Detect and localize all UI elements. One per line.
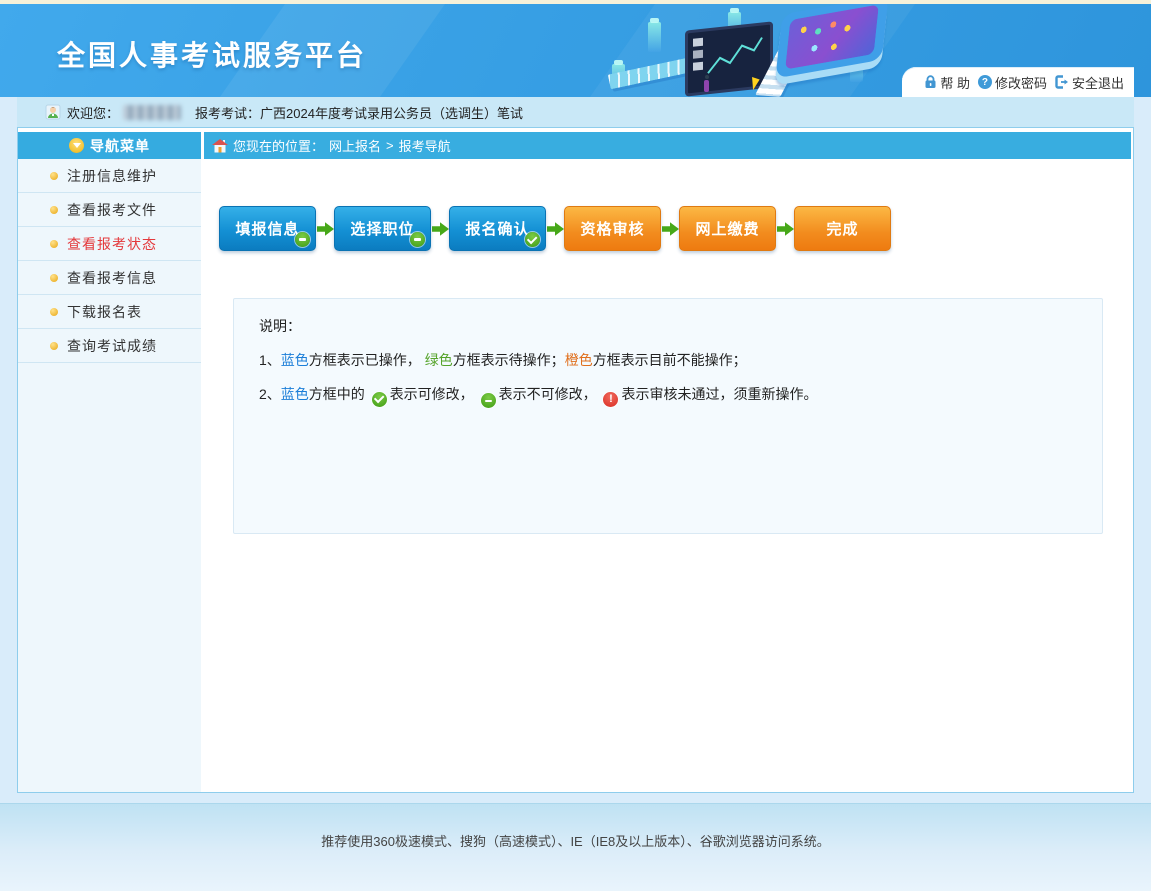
sidebar-item-label: 查看报考文件 <box>67 200 157 220</box>
breadcrumb-separator: > <box>386 138 394 153</box>
header-illustration <box>600 4 900 97</box>
arrow-right-icon <box>431 221 449 237</box>
notes-line2-number: 2、 <box>259 386 281 402</box>
breadcrumb-current: 报考导航 <box>399 136 451 155</box>
notes-text: 方框表示已操作， <box>309 352 425 368</box>
notes-text: 表示审核未通过，须重新操作。 <box>621 386 817 402</box>
site-title: 全国人事考试服务平台 <box>57 34 367 74</box>
notes-title: 说明： <box>259 316 1102 336</box>
minus-circle-icon <box>481 393 496 408</box>
sidebar-item-label: 查询考试成绩 <box>67 336 157 356</box>
logout-label: 安全退出 <box>1072 73 1124 92</box>
orange-word: 橙色 <box>565 352 593 368</box>
breadcrumb: 您现在的位置： 网上报名 > 报考导航 <box>204 132 1131 159</box>
blue-word: 蓝色 <box>281 352 309 368</box>
sidebar-item-exam-info[interactable]: 查看报考信息 <box>18 261 201 295</box>
green-word: 绿色 <box>425 352 453 368</box>
chevron-down-icon <box>69 138 84 153</box>
welcome-bar: 欢迎您： 报考考试： 广西2024年度考试录用公务员（选调生）笔试 <box>17 97 1134 127</box>
question-icon: ? <box>978 75 992 89</box>
exam-name: 广西2024年度考试录用公务员（选调生）笔试 <box>260 103 523 122</box>
step-confirm-signup[interactable]: 报名确认 <box>449 206 546 251</box>
main-panel: 您现在的位置： 网上报名 > 报考导航 填报信息 选择职位 <box>204 132 1131 792</box>
illustration-person <box>704 80 709 92</box>
sidebar: 导航菜单 注册信息维护 查看报考文件 查看报考状态 查看报考信息 下载报名表 <box>18 132 201 792</box>
step-label: 网上缴费 <box>695 218 759 239</box>
help-label: 帮 助 <box>940 73 970 92</box>
step-qualification-review[interactable]: 资格审核 <box>564 206 661 251</box>
step-complete[interactable]: 完成 <box>794 206 891 251</box>
main-container: 导航菜单 注册信息维护 查看报考文件 查看报考状态 查看报考信息 下载报名表 <box>17 127 1134 793</box>
notes-text: 方框表示待操作； <box>453 352 565 368</box>
content-area: 填报信息 选择职位 报名确认 <box>204 163 1131 792</box>
logout-icon <box>1055 75 1069 89</box>
browser-recommendation: 推荐使用360极速模式、搜狗（高速模式）、IE（IE8及以上版本）、谷歌浏览器访… <box>0 804 1151 850</box>
notes-line-2: 2、蓝色方框中的 表示可修改， 表示不可修改， 表示审核未通过，须重新操作。 <box>259 384 1102 408</box>
change-password-link[interactable]: ? 修改密码 <box>978 73 1047 92</box>
bullet-icon <box>50 308 58 316</box>
username-blurred <box>123 105 181 120</box>
step-label: 填报信息 <box>235 218 299 239</box>
arrow-right-icon <box>661 221 679 237</box>
sidebar-item-label: 查看报考状态 <box>67 234 157 254</box>
illustration-tablet-screen <box>785 4 879 69</box>
notes-text: 方框表示目前不能操作； <box>593 352 747 368</box>
illustration-pillar <box>648 22 661 52</box>
header: 全国人事考试服务平台 帮 助 ? 修改密码 <box>0 4 1151 97</box>
bullet-icon <box>50 240 58 248</box>
exclamation-circle-icon <box>603 392 618 407</box>
bullet-icon <box>50 172 58 180</box>
step-label: 选择职位 <box>350 218 414 239</box>
footer: 推荐使用360极速模式、搜狗（高速模式）、IE（IE8及以上版本）、谷歌浏览器访… <box>0 803 1151 891</box>
notes-box: 说明： 1、蓝色方框表示已操作， 绿色方框表示待操作；橙色方框表示目前不能操作；… <box>233 298 1103 534</box>
notes-text: 表示可修改， <box>390 386 478 402</box>
step-label: 报名确认 <box>465 218 529 239</box>
notes-line1-number: 1、 <box>259 352 281 368</box>
minus-circle-icon <box>410 232 425 247</box>
notes-text: 表示不可修改， <box>499 386 601 402</box>
step-online-payment[interactable]: 网上缴费 <box>679 206 776 251</box>
home-icon <box>212 139 228 153</box>
sidebar-header-label: 导航菜单 <box>90 136 150 156</box>
sidebar-item-download-form[interactable]: 下载报名表 <box>18 295 201 329</box>
sidebar-item-exam-status[interactable]: 查看报考状态 <box>18 227 201 261</box>
step-flow: 填报信息 选择职位 报名确认 <box>219 206 1131 251</box>
header-links-panel: 帮 助 ? 修改密码 安全退出 <box>902 67 1134 97</box>
minus-circle-icon <box>295 232 310 247</box>
arrow-right-icon <box>776 221 794 237</box>
bullet-icon <box>50 206 58 214</box>
bullet-icon <box>50 274 58 282</box>
sidebar-header[interactable]: 导航菜单 <box>18 132 201 159</box>
bullet-icon <box>50 342 58 350</box>
breadcrumb-prefix: 您现在的位置： <box>233 136 324 155</box>
step-fill-info[interactable]: 填报信息 <box>219 206 316 251</box>
step-choose-position[interactable]: 选择职位 <box>334 206 431 251</box>
sidebar-menu: 注册信息维护 查看报考文件 查看报考状态 查看报考信息 下载报名表 查询考试成绩 <box>18 159 201 363</box>
help-link[interactable]: 帮 助 <box>924 73 970 92</box>
welcome-greeting: 欢迎您： <box>67 103 119 122</box>
arrow-right-icon <box>316 221 334 237</box>
logout-link[interactable]: 安全退出 <box>1055 73 1124 92</box>
blue-word: 蓝色 <box>281 386 309 402</box>
notes-text: 方框中的 <box>309 386 369 402</box>
check-circle-icon <box>525 232 540 247</box>
exam-prefix: 报考考试： <box>195 103 260 122</box>
sidebar-item-label: 下载报名表 <box>67 302 142 322</box>
notes-line-1: 1、蓝色方框表示已操作， 绿色方框表示待操作；橙色方框表示目前不能操作； <box>259 350 1102 370</box>
sidebar-item-exam-files[interactable]: 查看报考文件 <box>18 193 201 227</box>
step-label: 完成 <box>826 218 858 239</box>
change-password-label: 修改密码 <box>995 73 1047 92</box>
sidebar-item-label: 注册信息维护 <box>67 166 157 186</box>
arrow-right-icon <box>546 221 564 237</box>
sidebar-item-label: 查看报考信息 <box>67 268 157 288</box>
breadcrumb-link-online-signup[interactable]: 网上报名 <box>329 136 381 155</box>
check-circle-icon <box>372 392 387 407</box>
illustration-tablet <box>775 4 888 78</box>
sidebar-item-query-scores[interactable]: 查询考试成绩 <box>18 329 201 363</box>
user-avatar-icon <box>45 104 61 120</box>
lock-icon <box>924 75 937 89</box>
step-label: 资格审核 <box>580 218 644 239</box>
sidebar-item-register-info[interactable]: 注册信息维护 <box>18 159 201 193</box>
